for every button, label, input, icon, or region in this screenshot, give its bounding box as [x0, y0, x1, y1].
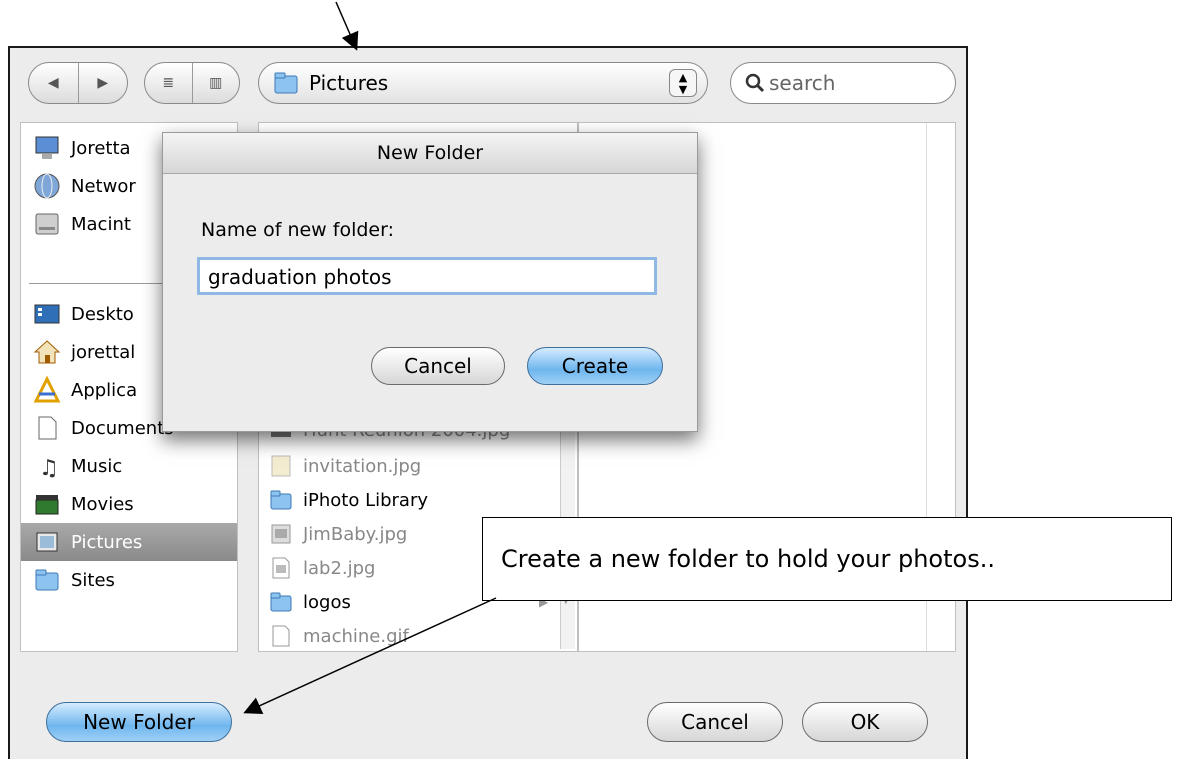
sidebar-item-label: Joretta	[71, 137, 131, 159]
sheet-title: New Folder	[163, 133, 697, 174]
annotation-callout: Create a new folder to hold your photos.…	[482, 517, 1172, 601]
sidebar-item-sites[interactable]: Sites	[21, 561, 237, 599]
location-label: Pictures	[309, 71, 389, 95]
sidebar-item-label: Applica	[71, 379, 138, 401]
movies-icon	[35, 495, 59, 515]
sidebar-item-label: Networ	[71, 175, 136, 197]
hard-drive-icon	[35, 213, 59, 235]
sidebar-item-label: Movies	[71, 493, 134, 515]
sidebar-item-label: Macint	[71, 213, 131, 235]
ok-button[interactable]: OK	[802, 702, 928, 742]
file-item[interactable]: machine.gif	[269, 619, 409, 651]
sidebar-item-label: jorettal	[71, 341, 136, 363]
new-folder-sheet: New Folder Name of new folder: graduatio…	[162, 132, 698, 432]
list-view-button[interactable]: ≣	[145, 75, 192, 91]
search-field[interactable]: search	[730, 62, 956, 104]
file-item[interactable]: iPhoto Library	[269, 483, 428, 517]
location-popup[interactable]: Pictures ▲ ▼	[258, 62, 708, 104]
back-button[interactable]: ◀	[29, 75, 78, 91]
file-item[interactable]: logos ▶	[269, 585, 548, 619]
pictures-icon	[36, 532, 58, 552]
search-icon	[745, 73, 765, 93]
image-file-icon	[272, 625, 290, 647]
computer-icon	[35, 136, 59, 159]
network-icon	[34, 173, 60, 199]
sidebar-item-label: Sites	[71, 569, 115, 591]
folder-icon	[270, 592, 292, 612]
pictures-folder-icon	[274, 72, 298, 94]
music-icon: ♫	[39, 456, 59, 480]
cancel-button[interactable]: Cancel	[647, 702, 783, 742]
sheet-cancel-button[interactable]: Cancel	[371, 347, 505, 385]
svg-text:♫: ♫	[39, 456, 59, 480]
file-item-label: invitation.jpg	[303, 455, 422, 477]
folder-name-prompt: Name of new folder:	[201, 219, 394, 241]
file-item[interactable]: JimBaby.jpg	[269, 517, 407, 551]
sidebar-item-music[interactable]: ♫ Music	[21, 447, 237, 485]
documents-icon	[38, 416, 57, 440]
sidebar-item-pictures[interactable]: Pictures	[21, 523, 237, 561]
sidebar-item-label: Deskto	[71, 303, 134, 325]
home-icon	[33, 340, 61, 364]
search-placeholder: search	[769, 71, 836, 95]
folder-name-field[interactable]: graduation photos	[197, 257, 657, 295]
file-item-label: machine.gif	[303, 625, 409, 647]
desktop-icon	[34, 304, 60, 324]
create-button[interactable]: Create	[527, 347, 663, 385]
file-item-label: logos	[303, 591, 351, 613]
file-item[interactable]: lab2.jpg	[269, 551, 375, 585]
file-item[interactable]: invitation.jpg	[269, 449, 421, 483]
sidebar-item-label: Documents	[71, 417, 174, 439]
folder-icon	[270, 490, 292, 510]
view-mode-control: ≣ ▥	[144, 62, 240, 104]
file-item-label: iPhoto Library	[303, 489, 429, 511]
popup-stepper-icon: ▲ ▼	[669, 69, 697, 97]
sidebar-item-movies[interactable]: Movies	[21, 485, 237, 523]
arrow-to-location-popup	[335, 1, 359, 51]
image-file-icon	[271, 524, 291, 544]
sidebar-item-label: Music	[71, 455, 123, 477]
file-item-label: JimBaby.jpg	[303, 523, 408, 545]
applications-icon	[33, 376, 61, 403]
image-file-icon	[271, 455, 291, 477]
forward-button[interactable]: ▶	[77, 63, 128, 103]
sites-icon	[35, 569, 59, 591]
column-view-button[interactable]: ▥	[191, 63, 240, 103]
back-forward-control: ◀ ▶	[28, 62, 128, 104]
image-file-icon	[272, 557, 290, 579]
new-folder-button[interactable]: New Folder	[46, 702, 232, 742]
file-item-label: lab2.jpg	[303, 557, 376, 579]
sidebar-item-label: Pictures	[71, 531, 143, 553]
